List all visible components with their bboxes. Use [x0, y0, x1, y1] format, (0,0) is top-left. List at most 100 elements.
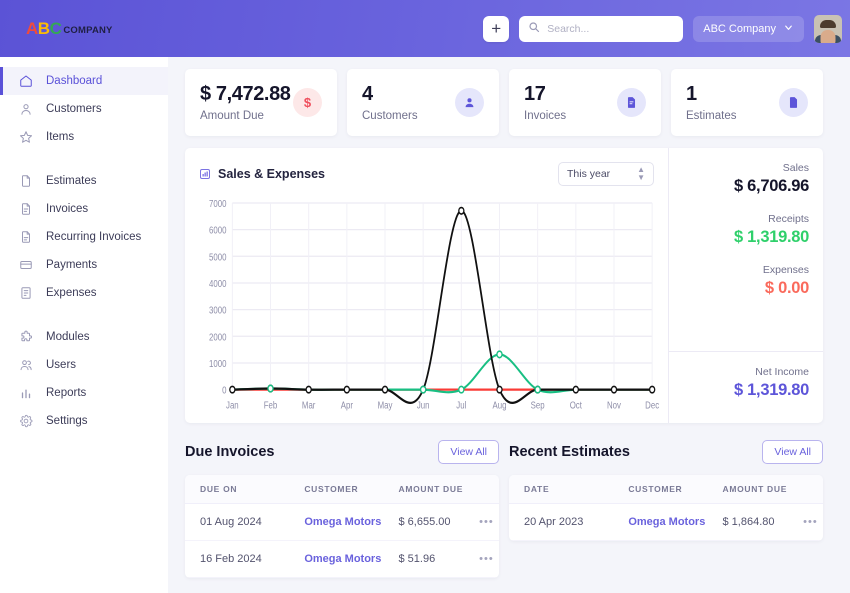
summary-label: Sales — [679, 162, 809, 174]
due-invoices-table-body: 01 Aug 2024Omega Motors$ 6,655.00•••16 F… — [185, 504, 499, 578]
summary-sales: Sales $ 6,706.96 — [679, 162, 809, 196]
sidebar-item-payments[interactable]: Payments — [0, 251, 168, 279]
due-invoices-card: Due Invoices View All DUE ONCUSTOMERAMOU… — [185, 437, 499, 578]
table-row[interactable]: 20 Apr 2023Omega Motors$ 1,864.80••• — [509, 504, 823, 541]
table-row[interactable]: 16 Feb 2024Omega Motors$ 51.96••• — [185, 541, 499, 578]
sidebar-item-estimates[interactable]: Estimates — [0, 167, 168, 195]
sidebar-item-label: Payments — [46, 259, 97, 271]
sidebar-item-label: Items — [46, 131, 74, 143]
svg-text:7000: 7000 — [209, 198, 226, 209]
sidebar-item-label: Users — [46, 359, 76, 371]
tables-row: Due Invoices View All DUE ONCUSTOMERAMOU… — [168, 423, 850, 578]
row-more-options-icon[interactable]: ••• — [474, 516, 499, 528]
svg-text:4000: 4000 — [209, 278, 226, 289]
stat-label: Estimates — [686, 110, 779, 122]
net-income-value: $ 1,319.80 — [679, 381, 809, 400]
dollar-icon: $ — [293, 88, 322, 117]
avatar-face — [821, 30, 836, 42]
sidebar-item-label: Customers — [46, 103, 102, 115]
sidebar-item-label: Modules — [46, 331, 89, 343]
sidebar-item-reports[interactable]: Reports — [0, 379, 168, 407]
stat-card-amount-due[interactable]: $ 7,472.88 Amount Due$ — [185, 69, 337, 136]
chevron-down-icon — [783, 22, 794, 36]
svg-text:Nov: Nov — [607, 399, 621, 410]
svg-text:Apr: Apr — [341, 399, 353, 410]
top-header-bar: ABC COMPANY + ABC Company — [0, 0, 850, 57]
sidebar-item-label: Expenses — [46, 287, 97, 299]
table-row[interactable]: 01 Aug 2024Omega Motors$ 6,655.00••• — [185, 504, 499, 541]
chart-title-group: Sales & Expenses — [199, 167, 325, 181]
sidebar-item-expenses[interactable]: Expenses — [0, 279, 168, 307]
sidebar-item-items[interactable]: Items — [0, 123, 168, 151]
recent-estimates-card: Recent Estimates View All DATECUSTOMERAM… — [509, 437, 823, 578]
sidebar-item-invoices[interactable]: Invoices — [0, 195, 168, 223]
row-more-options-icon[interactable]: ••• — [474, 553, 499, 565]
sidebar-group-divider — [0, 151, 168, 167]
search-box[interactable] — [519, 16, 683, 42]
svg-text:May: May — [378, 399, 393, 410]
stat-card-invoices[interactable]: 17Invoices — [509, 69, 661, 136]
recent-estimate-customer-link[interactable]: Omega Motors — [628, 516, 705, 528]
due-invoices-title: Due Invoices — [185, 444, 274, 460]
document-icon — [18, 174, 33, 189]
user-icon — [455, 88, 484, 117]
stat-value: 1 — [686, 83, 779, 106]
sidebar-item-recurring-invoices[interactable]: Recurring Invoices — [0, 223, 168, 251]
recent-estimates-title: Recent Estimates — [509, 444, 630, 460]
logo-letter-c: C — [50, 19, 62, 38]
user-icon — [18, 102, 33, 117]
stat-value: $ 7,472.88 — [200, 83, 293, 106]
logo-letter-a: A — [26, 19, 38, 38]
invoice-icon — [18, 202, 33, 217]
avatar[interactable] — [814, 15, 842, 43]
row-more-options-icon[interactable]: ••• — [798, 516, 823, 528]
stat-text: $ 7,472.88 Amount Due — [200, 83, 293, 122]
bar-chart-icon — [199, 168, 211, 180]
period-select[interactable]: This year ▲▼ — [558, 162, 654, 186]
due-invoice-customer-link[interactable]: Omega Motors — [304, 516, 381, 528]
home-icon — [18, 74, 33, 89]
svg-text:Oct: Oct — [570, 399, 583, 410]
sidebar-item-label: Recurring Invoices — [46, 231, 141, 243]
sidebar-item-settings[interactable]: Settings — [0, 407, 168, 435]
card-icon — [18, 258, 33, 273]
sidebar-item-customers[interactable]: Customers — [0, 95, 168, 123]
sidebar-item-users[interactable]: Users — [0, 351, 168, 379]
sidebar-item-label: Reports — [46, 387, 86, 399]
due-invoices-view-all-button[interactable]: View All — [438, 440, 499, 464]
svg-text:Dec: Dec — [645, 399, 659, 410]
summary-value: $ 6,706.96 — [679, 177, 809, 196]
add-new-button[interactable]: + — [483, 16, 509, 42]
svg-text:Jun: Jun — [417, 399, 430, 410]
recent-estimate-col-header: DATE — [509, 484, 628, 494]
net-income-block: Net Income $ 1,319.80 — [669, 351, 823, 423]
due-invoice-customer-link[interactable]: Omega Motors — [304, 553, 381, 565]
sidebar-item-modules[interactable]: Modules — [0, 323, 168, 351]
stat-card-customers[interactable]: 4Customers — [347, 69, 499, 136]
recent-estimates-view-all-button[interactable]: View All — [762, 440, 823, 464]
due-invoice-customer-cell: Omega Motors — [304, 516, 398, 528]
sidebar-item-dashboard[interactable]: Dashboard — [0, 67, 168, 95]
recent-estimates-header: Recent Estimates View All — [509, 437, 823, 467]
summary-blocks: Sales$ 6,706.96Receipts$ 1,319.80Expense… — [669, 148, 823, 351]
stat-card-estimates[interactable]: 1 Estimates — [671, 69, 823, 136]
app-logo[interactable]: ABC COMPANY — [26, 20, 113, 37]
svg-text:6000: 6000 — [209, 225, 226, 236]
puzzle-icon — [18, 330, 33, 345]
stat-label: Amount Due — [200, 110, 293, 122]
svg-text:3000: 3000 — [209, 305, 226, 316]
gear-icon — [18, 414, 33, 429]
stat-text: 4Customers — [362, 83, 455, 122]
search-input[interactable] — [547, 23, 674, 35]
chart-header: Sales & Expenses This year ▲▼ — [199, 161, 660, 187]
recent-estimate-col-header: CUSTOMER — [628, 484, 722, 494]
due-invoice-amount-cell: $ 6,655.00 — [399, 516, 474, 528]
due-invoices-table-header: DUE ONCUSTOMERAMOUNT DUE — [185, 475, 499, 504]
summary-value: $ 1,319.80 — [679, 228, 809, 247]
line-chart-svg: 01000200030004000500060007000JanFebMarAp… — [199, 193, 660, 417]
due-invoice-amount-cell: $ 51.96 — [399, 553, 474, 565]
recent-estimates-table-header: DATECUSTOMERAMOUNT DUE — [509, 475, 823, 504]
company-selector[interactable]: ABC Company — [693, 16, 804, 42]
due-invoice-customer-cell: Omega Motors — [304, 553, 398, 565]
due-invoice-col-header: CUSTOMER — [304, 484, 398, 494]
